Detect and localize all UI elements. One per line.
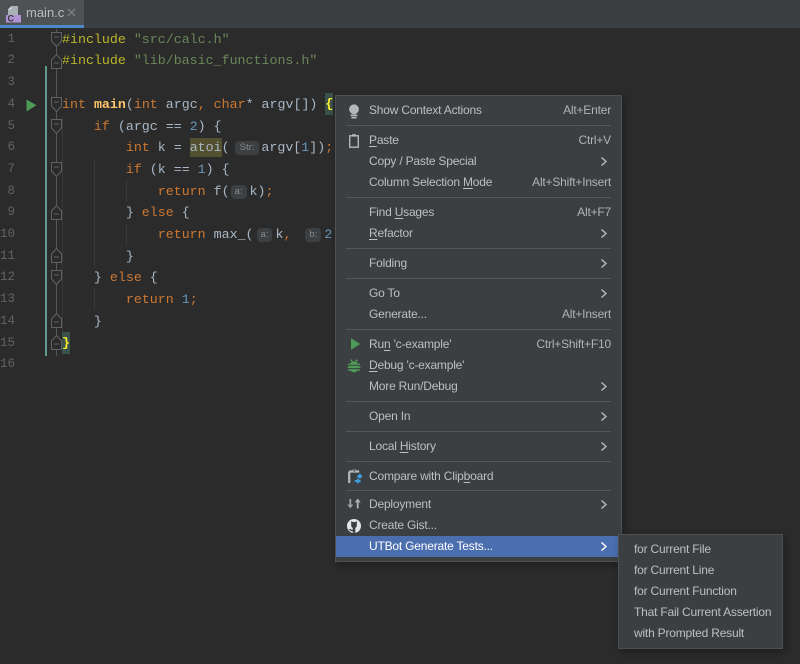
svg-text:C: C	[8, 14, 15, 24]
